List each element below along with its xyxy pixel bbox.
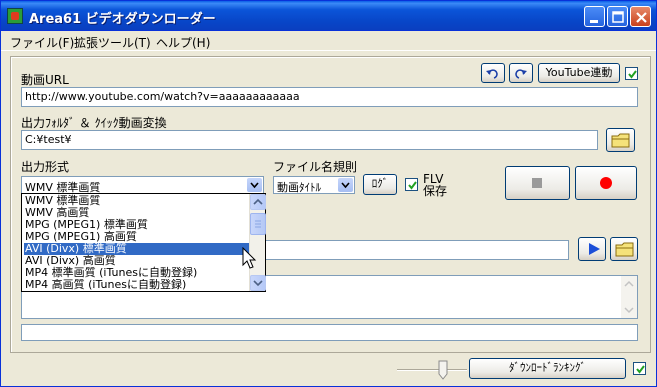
scroll-down-button[interactable] — [250, 275, 266, 291]
output-format-label: 出力形式 — [21, 160, 70, 174]
slider-track[interactable] — [397, 369, 467, 371]
stop-button[interactable] — [505, 166, 570, 200]
flv-save-label: FLV 保存 — [423, 172, 448, 198]
url-input[interactable]: http://www.youtube.com/watch?v=aaaaaaaaa… — [21, 87, 638, 107]
menu-tools[interactable]: 拡張ツール(T) — [74, 34, 151, 51]
chevron-down-icon[interactable] — [247, 178, 262, 192]
minimize-icon — [590, 20, 598, 23]
chevron-down-icon[interactable] — [338, 178, 353, 192]
main-window: Area61 ビデオダウンローダー ファイル(F) 拡張ツール(T) ヘルプ(H… — [0, 0, 657, 387]
filename-rule-value: 動画ﾀｲﾄﾙ — [277, 181, 321, 194]
youtube-link-button[interactable]: YouTube連動 — [538, 63, 620, 83]
filename-rule-label: ファイル名規則 — [273, 160, 358, 174]
open-folder-button[interactable] — [610, 237, 638, 261]
output-folder-input[interactable]: C:¥test¥ — [21, 130, 598, 150]
menu-help[interactable]: ヘルプ(H) — [156, 34, 210, 51]
slider-thumb[interactable] — [438, 360, 448, 380]
record-icon — [600, 177, 612, 189]
record-button[interactable] — [575, 166, 637, 200]
scroll-thumb[interactable] — [250, 213, 266, 235]
redo-button[interactable] — [509, 63, 533, 83]
list-item[interactable]: MP4 標準画質 (iTunesに自動登録) — [24, 267, 250, 279]
app-icon — [7, 8, 23, 24]
output-format-dropdown[interactable]: WMV 標準画質 WMV 高画質 MPG (MPEG1) 標準画質 MPG (M… — [21, 193, 266, 292]
close-icon — [636, 12, 647, 23]
folder-icon — [611, 133, 630, 148]
ranking-checkbox[interactable] — [633, 362, 646, 375]
menu-file[interactable]: ファイル(F) — [10, 34, 74, 51]
stop-icon — [532, 178, 542, 188]
chevron-up-icon — [253, 198, 263, 205]
browse-folder-button[interactable] — [606, 128, 635, 152]
output-format-select[interactable]: WMV 標準画質 — [21, 176, 264, 194]
log-scrollbar[interactable] — [621, 276, 637, 318]
chevron-down-icon — [253, 280, 263, 287]
output-folder-label: 出力ﾌｫﾙﾀﾞ ＆ ｸｲｯｸ動画変換 — [21, 116, 167, 130]
youtube-link-checkbox[interactable] — [625, 67, 638, 80]
url-label: 動画URL — [21, 73, 69, 87]
maximize-button[interactable] — [607, 6, 628, 27]
folder-icon — [615, 242, 634, 257]
list-item[interactable]: MP4 高画質 (iTunesに自動登録) — [24, 279, 250, 290]
status-bar — [21, 324, 638, 341]
window-title: Area61 ビデオダウンローダー — [29, 12, 216, 27]
close-button[interactable] — [630, 6, 651, 27]
dropdown-scrollbar[interactable] — [249, 194, 266, 291]
minimize-button[interactable] — [584, 6, 605, 27]
play-button[interactable] — [578, 237, 606, 261]
redo-icon — [515, 69, 527, 79]
maximize-icon — [612, 11, 624, 23]
flv-save-checkbox[interactable] — [405, 178, 418, 191]
scroll-up-button[interactable] — [250, 194, 266, 210]
mouse-cursor-icon — [242, 246, 258, 274]
log-button[interactable]: ﾛｸﾞ — [363, 174, 397, 195]
menu-bar: ファイル(F) 拡張ツール(T) ヘルプ(H) — [1, 32, 656, 51]
play-icon — [589, 243, 600, 255]
undo-icon — [486, 69, 498, 79]
title-bar[interactable]: Area61 ビデオダウンローダー — [1, 1, 656, 31]
undo-button[interactable] — [481, 63, 505, 83]
filename-rule-select[interactable]: 動画ﾀｲﾄﾙ — [273, 176, 355, 194]
download-ranking-button[interactable]: ﾀﾞｳﾝﾛｰﾄﾞﾗﾝｷﾝｸﾞ — [469, 358, 626, 379]
